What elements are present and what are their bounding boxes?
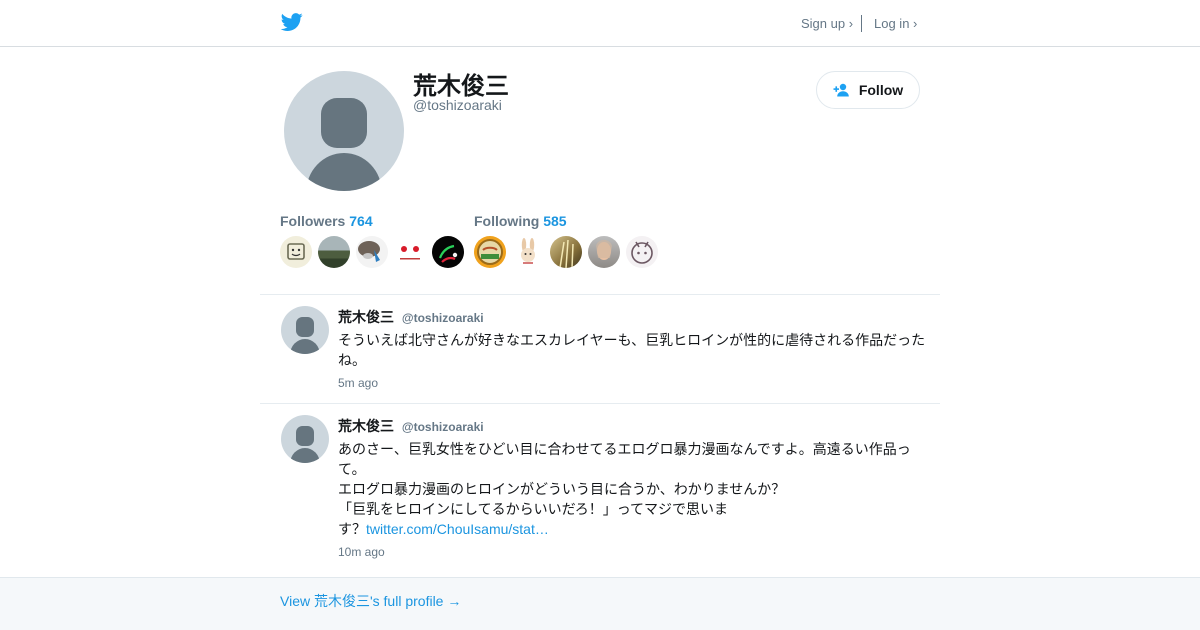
follow-button-label: Follow <box>858 82 904 98</box>
tweet-author-handle[interactable]: @toshizoaraki <box>402 311 484 325</box>
tweet-timestamp[interactable]: 10m ago <box>338 545 385 559</box>
following-avatar[interactable] <box>626 236 658 268</box>
profile-name: 荒木俊三 <box>413 73 509 100</box>
profile-avatar[interactable] <box>284 71 404 191</box>
followers-avatars <box>280 236 464 268</box>
tweet-author-name[interactable]: 荒木俊三 <box>338 418 394 434</box>
tweet-link[interactable]: twitter.com/ChouIsamu/stat… <box>366 521 549 537</box>
tweet-avatar[interactable] <box>281 415 329 463</box>
header-divider <box>861 15 862 32</box>
tweet-text-line: ね。 <box>338 352 366 368</box>
default-avatar-icon <box>290 426 320 463</box>
tweet-text-line: あのさー、巨乳女性をひどい目に合わせてるエログロ暴力漫画なんですよ。高遠るい作品… <box>338 441 911 457</box>
tweet-text-line-with-link: す？twitter.com/ChouIsamu/stat… <box>338 519 928 539</box>
follower-avatar[interactable] <box>394 236 426 268</box>
tweet-text: あのさー、巨乳女性をひどい目に合わせてるエログロ暴力漫画なんですよ。高遠るい作品… <box>338 439 928 539</box>
follower-avatar[interactable] <box>318 236 350 268</box>
follower-avatar[interactable] <box>280 236 312 268</box>
following-avatar[interactable] <box>550 236 582 268</box>
following-avatar[interactable] <box>512 236 544 268</box>
followers-stat[interactable]: Followers 764 <box>280 213 373 229</box>
tweet-text-segment: す？ <box>338 521 366 537</box>
following-label: Following <box>474 213 540 229</box>
following-avatars <box>474 236 658 268</box>
following-count: 585 <box>543 213 567 229</box>
signup-link[interactable]: Sign up › <box>801 16 853 31</box>
following-avatar[interactable] <box>474 236 506 268</box>
default-avatar-icon <box>290 317 320 354</box>
full-profile-link[interactable]: View 荒木俊三's full profile → <box>280 591 461 611</box>
following-stat[interactable]: Following 585 <box>474 213 567 229</box>
tweet-author-name[interactable]: 荒木俊三 <box>338 309 394 325</box>
default-avatar-icon <box>306 98 382 191</box>
follower-avatar[interactable] <box>356 236 388 268</box>
tweet-header: 荒木俊三 @toshizoaraki <box>338 416 484 436</box>
profile-handle: @toshizoaraki <box>413 97 502 113</box>
tweet-header: 荒木俊三 @toshizoaraki <box>338 307 484 327</box>
tweet-timestamp[interactable]: 5m ago <box>338 376 378 390</box>
tweet-author-handle[interactable]: @toshizoaraki <box>402 420 484 434</box>
followers-count: 764 <box>349 213 373 229</box>
tweet-avatar[interactable] <box>281 306 329 354</box>
top-bar: Sign up › Log in › <box>0 0 1200 47</box>
footer-bar: View 荒木俊三's full profile → <box>0 577 1200 630</box>
tweet-text: そういえば北守さんが好きなエスカレイヤーも、巨乳ヒロインが性的に虐待される作品だ… <box>338 330 928 370</box>
followers-label: Followers <box>280 213 346 229</box>
tweet-text-line: て。 <box>338 461 366 477</box>
profile-divider <box>260 294 940 295</box>
twitter-bird-icon[interactable] <box>280 11 304 33</box>
follow-button[interactable]: Follow <box>816 71 920 109</box>
following-avatar[interactable] <box>588 236 620 268</box>
tweet-text-line: エログロ暴力漫画のヒロインがどういう目に合うか、わかりませんか？ <box>338 481 786 497</box>
follower-avatar[interactable] <box>432 236 464 268</box>
tweet-text-line: 「巨乳をヒロインにしてるからいいだろ！」ってマジで思いま <box>338 501 729 517</box>
tweet-text-line: そういえば北守さんが好きなエスカレイヤーも、巨乳ヒロインが性的に虐待される作品だ… <box>338 332 926 348</box>
login-link[interactable]: Log in › <box>874 16 917 31</box>
tweet-divider <box>260 403 940 404</box>
add-user-icon <box>833 83 849 97</box>
